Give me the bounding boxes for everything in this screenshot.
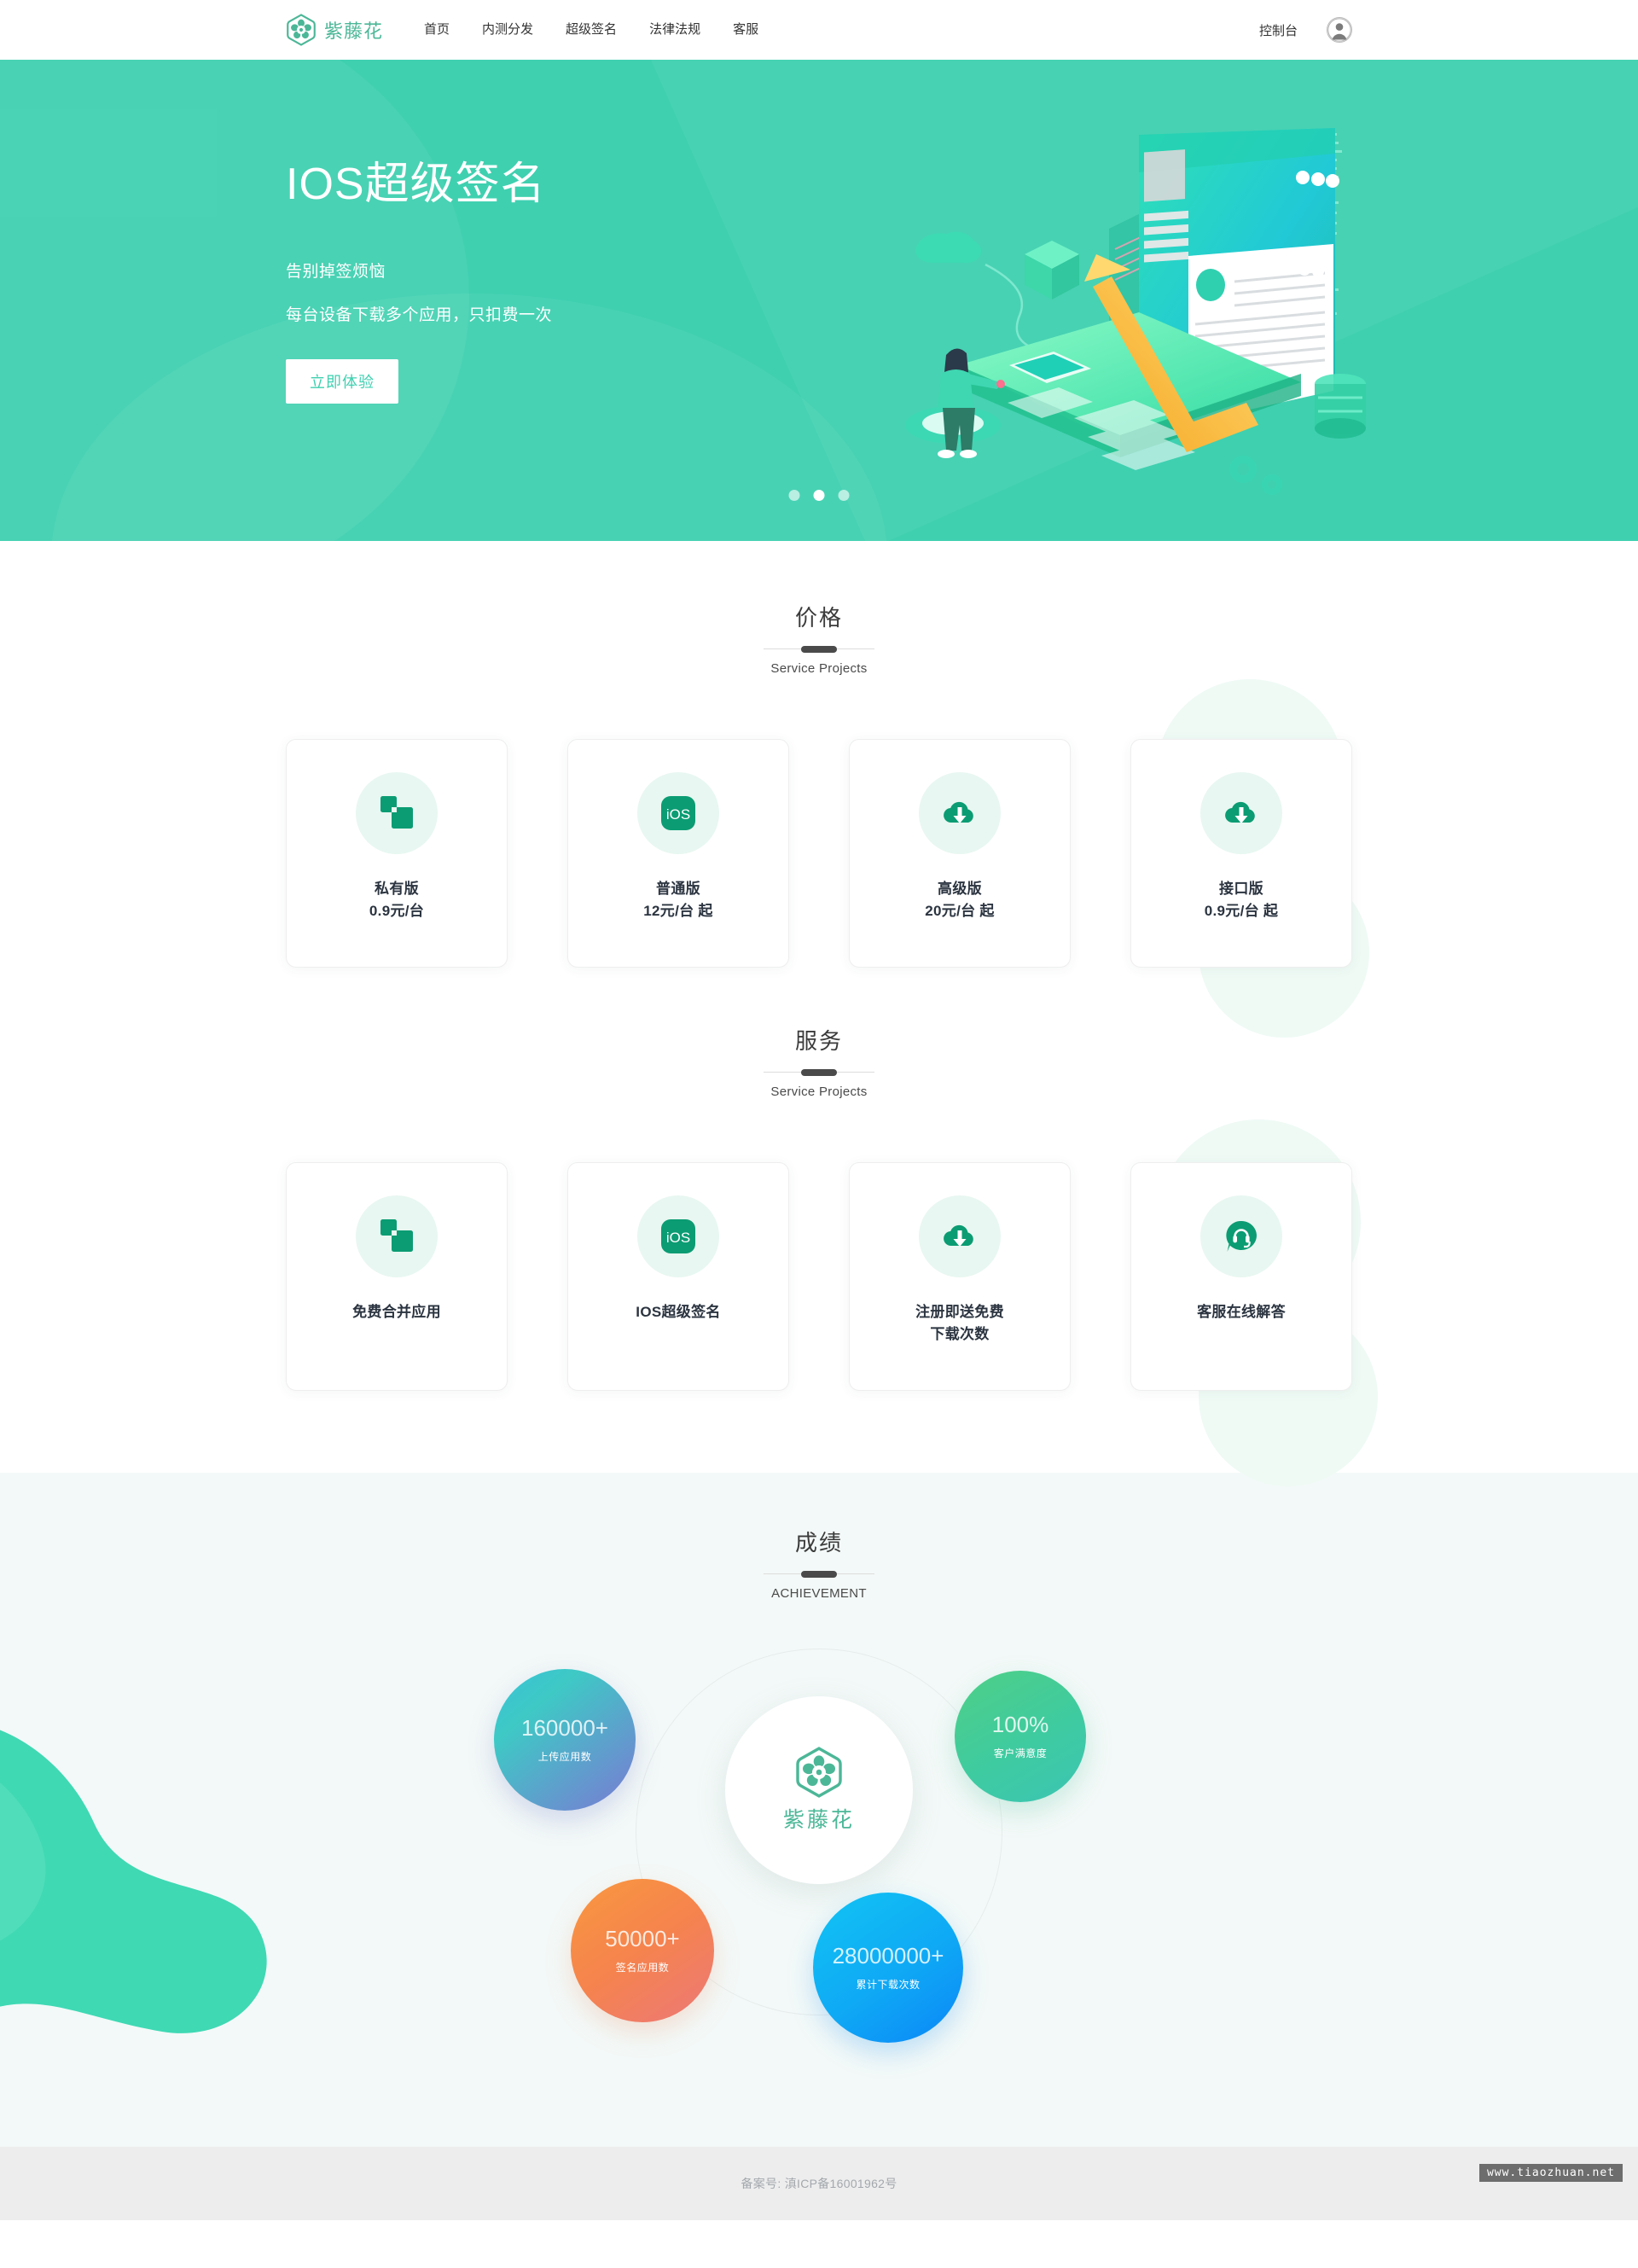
services-card-list: 免费合并应用 iOS IOS超级签名 注册即送免费 下载次数 客服在线解答 <box>286 1162 1352 1391</box>
section-divider <box>764 1573 874 1574</box>
headset-chat-icon <box>1200 1195 1282 1277</box>
pricing-card-private[interactable]: 私有版 0.9元/台 <box>286 739 508 968</box>
console-link[interactable]: 控制台 <box>1259 21 1298 39</box>
pricing-card-label: 高级版 <box>938 881 982 897</box>
service-card-label: 注册即送免费 下载次数 <box>915 1304 1004 1343</box>
pricing-card-price: 20元/台 起 <box>925 903 995 920</box>
hero-text-block: IOS超级签名 告别掉签烦恼 每台设备下载多个应用，只扣费一次 立即体验 <box>286 160 552 404</box>
site-header: 紫藤花 首页 内测分发 超级签名 法律法规 客服 控制台 <box>0 0 1638 60</box>
achievement-section: 成绩 ACHIEVEMENT 紫藤花 160000+ 上传应用数 100% 客户… <box>0 1473 1638 2147</box>
pricing-subtitle: Service Projects <box>770 661 868 676</box>
stat-caption: 客户满意度 <box>993 1747 1048 1759</box>
section-divider <box>764 1072 874 1073</box>
header-right: 控制台 <box>1259 17 1352 43</box>
service-card-label: 客服在线解答 <box>1197 1304 1286 1320</box>
service-card-merge-apps[interactable]: 免费合并应用 <box>286 1162 508 1391</box>
flower-logo-icon <box>286 14 317 46</box>
service-card-online-support[interactable]: 客服在线解答 <box>1130 1162 1352 1391</box>
stat-value: 100% <box>991 1711 1049 1737</box>
achievement-title: 成绩 <box>794 1530 843 1556</box>
pricing-card-advanced[interactable]: 高级版 20元/台 起 <box>849 739 1071 968</box>
svg-text:iOS: iOS <box>666 806 690 823</box>
stat-bubble-signed-apps: 50000+ 签名应用数 <box>571 1879 714 2022</box>
stat-value: 28000000+ <box>832 1942 944 1969</box>
pricing-section: 价格 Service Projects 私有版 0.9元/台 iOS 普通版 1… <box>0 541 1638 1038</box>
pricing-card-price: 12元/台 起 <box>643 903 713 920</box>
hero-title: IOS超级签名 <box>286 160 546 209</box>
pricing-card-label: 私有版 <box>375 881 419 897</box>
carousel-dots <box>788 490 850 501</box>
services-subtitle: Service Projects <box>770 1085 868 1099</box>
pricing-card-api[interactable]: 接口版 0.9元/台 起 <box>1130 739 1352 968</box>
nav-item-support[interactable]: 客服 <box>733 0 758 60</box>
brand-name: 紫藤花 <box>324 20 384 42</box>
carousel-dot-3[interactable] <box>838 490 850 501</box>
main-nav: 首页 内测分发 超级签名 法律法规 客服 <box>424 0 758 60</box>
stat-bubble-satisfaction: 100% 客户满意度 <box>955 1671 1086 1802</box>
service-card-free-downloads[interactable]: 注册即送免费 下载次数 <box>849 1162 1071 1391</box>
pricing-card-label: 接口版 <box>1219 881 1263 897</box>
achievement-heading: 成绩 ACHIEVEMENT <box>286 1526 1352 1601</box>
flower-logo-icon <box>794 1747 844 1798</box>
services-title: 服务 <box>794 1028 843 1054</box>
carousel-dot-2[interactable] <box>813 490 825 501</box>
ios-badge-icon: iOS <box>637 772 719 854</box>
icp-record-text: 备案号: 滇ICP备16001962号 <box>741 2177 897 2190</box>
pricing-card-standard[interactable]: iOS 普通版 12元/台 起 <box>567 739 789 968</box>
pricing-card-label: 普通版 <box>656 881 700 897</box>
service-card-ios-signature[interactable]: iOS IOS超级签名 <box>567 1162 789 1391</box>
pricing-card-price: 0.9元/台 起 <box>1204 903 1279 920</box>
cloud-download-icon <box>919 772 1001 854</box>
page-root: 紫藤花 首页 内测分发 超级签名 法律法规 客服 控制台 IOS超级签名 告别掉… <box>0 0 1638 2268</box>
nav-item-legal[interactable]: 法律法规 <box>649 0 700 60</box>
stat-bubble-uploads: 160000+ 上传应用数 <box>494 1669 636 1811</box>
ios-badge-icon: iOS <box>637 1195 719 1277</box>
nav-item-super-signature[interactable]: 超级签名 <box>566 0 617 60</box>
user-avatar-icon[interactable] <box>1327 17 1352 43</box>
stat-caption: 累计下载次数 <box>856 1978 921 1991</box>
pricing-card-list: 私有版 0.9元/台 iOS 普通版 12元/台 起 高级版 20元/台 起 接… <box>286 739 1352 968</box>
services-heading: 服务 Service Projects <box>0 1024 1638 1099</box>
watermark-label: www.tiaozhuan.net <box>1478 2164 1623 2182</box>
carousel-dot-1[interactable] <box>788 490 800 501</box>
brand-hub: 紫藤花 <box>725 1696 913 1884</box>
stat-caption: 上传应用数 <box>537 1750 592 1763</box>
hero-banner: IOS超级签名 告别掉签烦恼 每台设备下载多个应用，只扣费一次 立即体验 <box>0 60 1638 541</box>
nav-item-home[interactable]: 首页 <box>424 0 450 60</box>
svg-text:iOS: iOS <box>666 1230 690 1246</box>
stat-value: 160000+ <box>521 1714 608 1741</box>
stat-caption: 签名应用数 <box>615 1961 670 1974</box>
hero-cta-button[interactable]: 立即体验 <box>286 359 398 404</box>
achievement-stage: 紫藤花 160000+ 上传应用数 100% 客户满意度 50000+ 签名应用… <box>286 1623 1352 2101</box>
cloud-download-icon <box>1200 772 1282 854</box>
services-section: 服务 Service Projects 免费合并应用 iOS IOS超级签名 注… <box>0 968 1638 1486</box>
site-footer: 备案号: 滇ICP备16001962号 www.tiaozhuan.net <box>0 2147 1638 2220</box>
stat-bubble-downloads: 28000000+ 累计下载次数 <box>813 1893 963 2043</box>
isometric-devices-illustration <box>857 84 1386 510</box>
nav-item-beta-distribution[interactable]: 内测分发 <box>482 0 533 60</box>
decorative-blob <box>0 1730 267 2033</box>
squares-icon <box>356 772 438 854</box>
pricing-card-price: 0.9元/台 <box>369 903 425 920</box>
service-card-label: IOS超级签名 <box>636 1304 721 1320</box>
squares-icon <box>356 1195 438 1277</box>
achievement-subtitle: ACHIEVEMENT <box>771 1586 867 1601</box>
pricing-heading: 价格 Service Projects <box>0 601 1638 676</box>
brand-logo-link[interactable]: 紫藤花 <box>286 14 383 46</box>
hero-subtitle-2: 每台设备下载多个应用，只扣费一次 <box>286 306 553 325</box>
service-card-label: 免费合并应用 <box>352 1304 441 1320</box>
pricing-title: 价格 <box>794 605 843 631</box>
stat-value: 50000+ <box>605 1925 680 1951</box>
section-divider <box>764 648 874 649</box>
hero-subtitle-1: 告别掉签烦恼 <box>286 263 386 282</box>
cloud-download-icon <box>919 1195 1001 1277</box>
hub-brand-name: 紫藤花 <box>782 1808 855 1832</box>
